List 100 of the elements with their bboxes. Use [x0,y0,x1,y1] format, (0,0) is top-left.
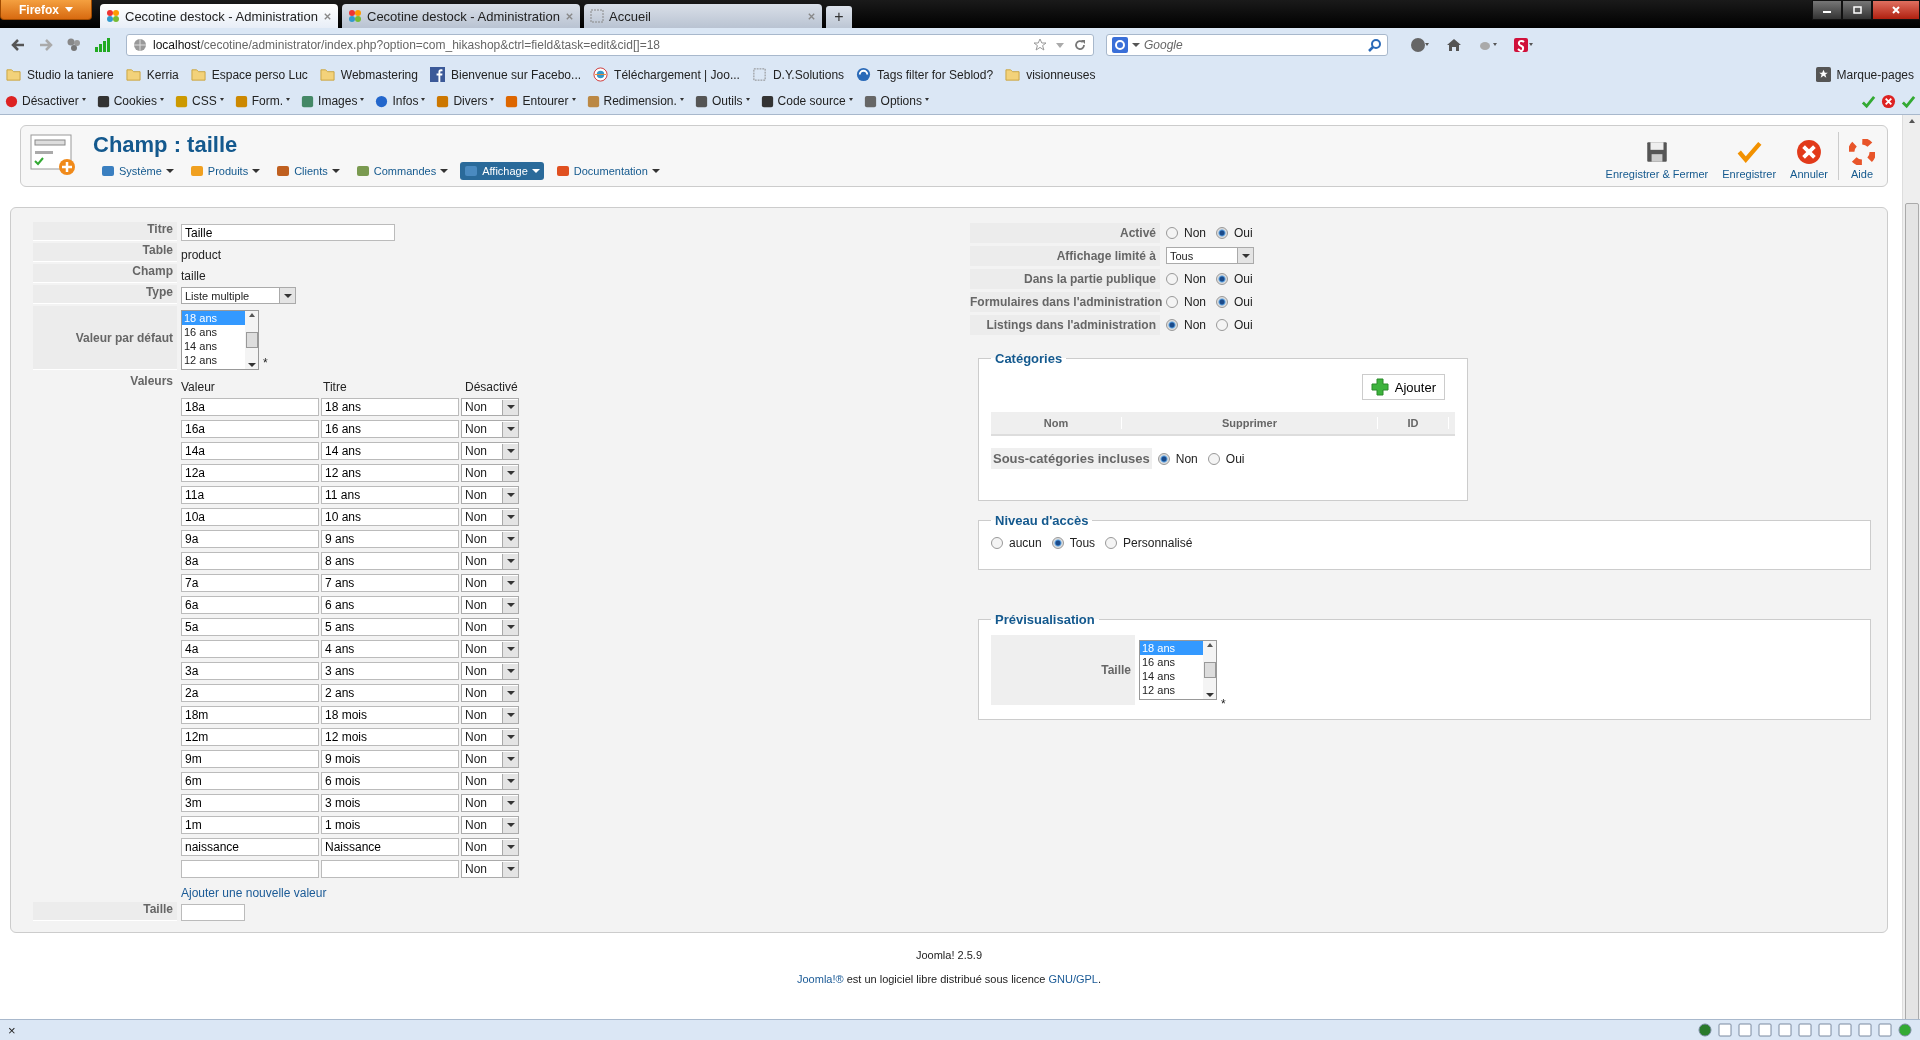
check-icon[interactable] [1861,93,1876,109]
close-icon[interactable] [323,11,332,21]
bookmark-item[interactable]: visionneuses [1005,67,1096,82]
joomla-link[interactable]: Joomla!® [797,973,844,985]
radio-button[interactable] [1216,295,1228,308]
title-input[interactable]: 16 ans [321,420,459,438]
bookmark-item[interactable]: Bienvenue sur Facebo... [429,67,582,82]
stop-sign-icon[interactable] [1410,36,1430,53]
value-input[interactable] [181,860,319,878]
error-icon[interactable] [1881,93,1896,109]
toolbar-button[interactable]: Annuler [1786,132,1832,180]
listbox-option[interactable]: 12 ans [1140,683,1203,697]
vertical-scrollbar[interactable] [1902,115,1920,1019]
bookmarks-menu-button[interactable]: Marque-pages [1815,67,1914,82]
listbox-option[interactable]: 16 ans [1140,655,1203,669]
value-input[interactable]: 3m [181,794,319,812]
value-input[interactable]: 6m [181,772,319,790]
status-icon[interactable] [1878,1023,1892,1037]
toolbar-menu-button[interactable]: Images [300,93,365,109]
value-input[interactable]: 8a [181,552,319,570]
radio-button[interactable] [1157,452,1170,465]
value-input[interactable]: 3a [181,662,319,680]
listbox-scrollbar[interactable] [1203,641,1216,699]
title-input[interactable]: 6 ans [321,596,459,614]
value-input[interactable]: 12a [181,464,319,482]
status-icon[interactable] [1838,1023,1852,1037]
maximize-button[interactable] [1842,0,1872,20]
listbox-option[interactable]: 14 ans [182,339,245,353]
radio-button[interactable] [1216,318,1228,331]
status-icon[interactable] [1758,1023,1772,1037]
toolbar-menu-button[interactable]: Infos [374,93,426,109]
search-field[interactable]: Google [1106,33,1388,56]
bookmark-item[interactable]: Studio la taniere [6,67,114,82]
toolbar-menu-button[interactable]: Outils [693,93,750,109]
title-input[interactable]: 7 ans [321,574,459,592]
menu-button[interactable]: Produits [185,162,265,180]
search-engine-icon[interactable] [1112,36,1128,53]
bookmark-item[interactable]: Webmastering [319,67,418,82]
status-icon[interactable] [1738,1023,1752,1037]
browser-tab[interactable]: Cecotine destock - Administration [100,4,338,28]
value-input[interactable]: 12m [181,728,319,746]
listbox-option[interactable]: 12 ans [182,353,245,367]
toolbar-button[interactable]: Enregistrer [1718,132,1781,180]
value-input[interactable]: 16a [181,420,319,438]
default-value-listbox[interactable]: 18 ans 16 ans 14 ans 12 ans [181,310,259,370]
value-input[interactable]: 11a [181,486,319,504]
close-window-button[interactable] [1872,0,1920,20]
bookmark-item[interactable]: Tags filter for Seblod? [856,67,994,82]
toolbar-menu-button[interactable]: Désactiver [4,93,86,109]
value-input[interactable]: 10a [181,508,319,526]
back-arrow-icon[interactable] [10,36,26,53]
value-input[interactable]: 7a [181,574,319,592]
display-limit-select[interactable]: Tous [1166,247,1254,264]
title-input[interactable]: 1 mois [321,816,459,834]
title-input[interactable] [321,860,459,878]
radio-button[interactable] [1166,295,1178,308]
browser-tab[interactable]: Accueil [584,4,822,28]
status-icon[interactable] [1778,1023,1792,1037]
title-input[interactable]: 11 ans [321,486,459,504]
title-input[interactable]: Naissance [321,838,459,856]
toolbar-menu-button[interactable]: Cookies [95,93,165,109]
radio-button[interactable] [1216,226,1228,239]
add-value-link[interactable]: Ajouter une nouvelle valeur [181,886,327,900]
title-input[interactable]: 12 mois [321,728,459,746]
value-input[interactable]: 9a [181,530,319,548]
new-tab-button[interactable]: + [826,6,852,28]
menu-button[interactable]: Affichage [460,162,544,180]
radio-button[interactable] [991,537,1003,549]
status-icon[interactable] [1718,1023,1732,1037]
title-input[interactable]: 6 mois [321,772,459,790]
toolbar-menu-button[interactable]: Divers [435,93,495,109]
signal-bars-icon[interactable] [94,36,110,53]
minimize-button[interactable] [1812,0,1842,20]
close-icon[interactable] [565,11,574,21]
value-input[interactable]: 6a [181,596,319,614]
radio-button[interactable] [1051,537,1064,549]
radio-button[interactable] [1166,226,1178,239]
reload-icon[interactable] [1073,37,1087,52]
radio-button[interactable] [1216,272,1228,285]
value-input[interactable]: 14a [181,442,319,460]
add-button[interactable]: Ajouter [1361,374,1445,400]
title-input[interactable]: 14 ans [321,442,459,460]
status-icon[interactable] [1818,1023,1832,1037]
toolbar-menu-button[interactable]: Options [862,93,929,109]
title-input[interactable]: 4 ans [321,640,459,658]
title-input[interactable]: 8 ans [321,552,459,570]
radio-button[interactable] [1166,272,1178,285]
value-input[interactable]: 18a [181,398,319,416]
size-input[interactable] [181,904,245,921]
title-input[interactable]: 18 ans [321,398,459,416]
value-input[interactable]: 4a [181,640,319,658]
check-icon[interactable] [1901,93,1916,109]
value-input[interactable]: 1m [181,816,319,834]
listbox-scrollbar[interactable] [245,311,258,369]
browser-tab[interactable]: Cecotine destock - Administration [342,4,580,28]
menu-button[interactable]: Système [97,162,178,180]
value-input[interactable]: 5a [181,618,319,636]
toolbar-menu-button[interactable]: Redimension. [585,93,684,109]
value-input[interactable]: 2a [181,684,319,702]
close-toolbar-button[interactable]: × [8,1022,16,1038]
